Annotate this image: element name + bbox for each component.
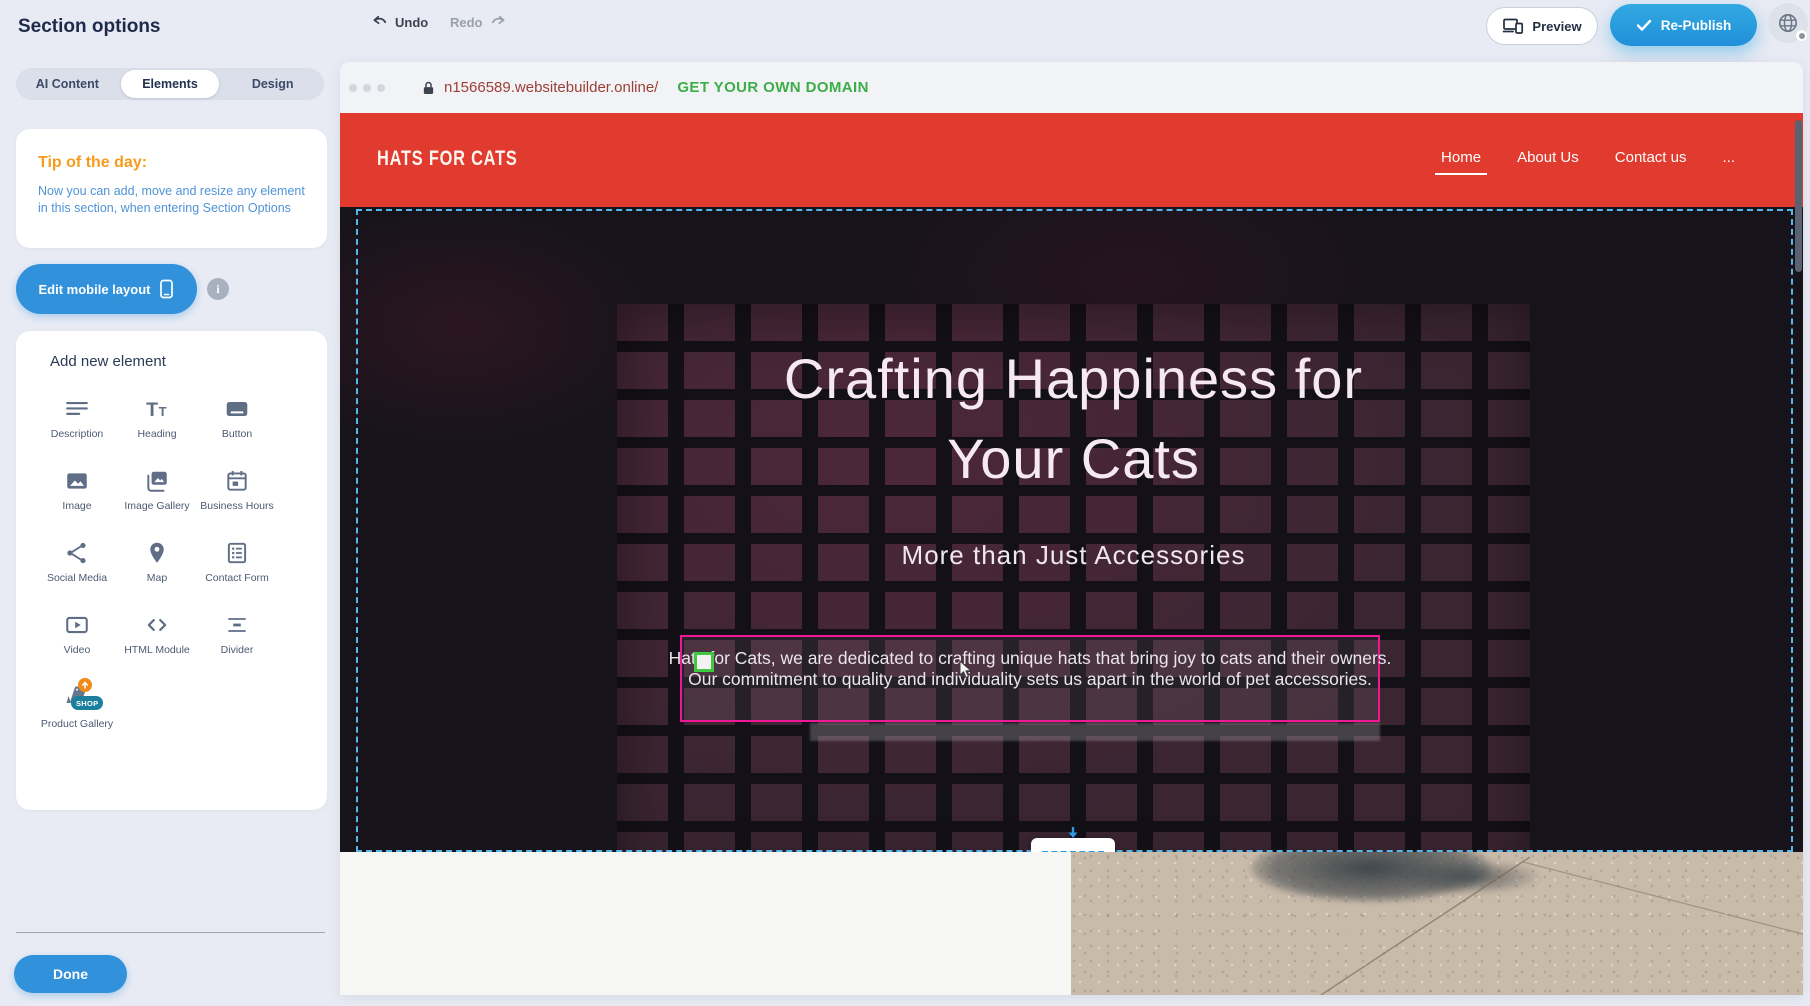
element-drag-handle[interactable]	[694, 652, 714, 672]
hero-section[interactable]: Crafting Happiness for Your Cats More th…	[340, 207, 1803, 852]
preview-button[interactable]: Preview	[1486, 7, 1598, 45]
drag-ghost-bar	[810, 723, 1380, 741]
nav-more[interactable]: ...	[1722, 149, 1735, 166]
add-new-element-card: Add new element Description TT Heading B…	[16, 331, 327, 810]
info-icon[interactable]: i	[207, 278, 229, 300]
globe-status-dot	[1796, 30, 1807, 41]
contact-form-icon	[224, 540, 250, 566]
shop-badge: SHOP	[71, 696, 103, 710]
undo-icon	[371, 14, 388, 30]
upgrade-arrow-badge	[78, 678, 92, 692]
tab-elements[interactable]: Elements	[121, 70, 220, 98]
element-divider[interactable]: Divider	[197, 612, 277, 657]
element-contact-form[interactable]: Contact Form	[197, 540, 277, 585]
globe-icon	[1777, 12, 1799, 34]
element-image-gallery[interactable]: Image Gallery	[117, 468, 197, 513]
element-html-module[interactable]: HTML Module	[117, 612, 197, 657]
tab-design[interactable]: Design	[223, 70, 322, 98]
site-url[interactable]: n1566589.websitebuilder.online/	[444, 79, 658, 96]
element-image[interactable]: Image	[37, 468, 117, 513]
page-title: Section options	[18, 16, 161, 38]
element-product-gallery[interactable]: SHOP Product Gallery	[37, 684, 117, 731]
tab-ai-content[interactable]: AI Content	[18, 70, 117, 98]
redo-button[interactable]: Redo	[450, 14, 507, 30]
site-preview-window: n1566589.websitebuilder.online/ GET YOUR…	[340, 62, 1803, 995]
floor-image[interactable]	[1071, 852, 1803, 995]
hero-heading[interactable]: Crafting Happiness for Your Cats	[617, 339, 1530, 499]
nav-home[interactable]: Home	[1441, 149, 1481, 166]
hero-subheading[interactable]: More than Just Accessories	[617, 540, 1530, 571]
tip-body: Now you can add, move and resize any ele…	[38, 183, 306, 217]
description-icon	[64, 396, 90, 422]
floor-tile-seams	[1071, 852, 1803, 995]
language-globe-button[interactable]	[1768, 3, 1808, 43]
undo-button[interactable]: Undo	[371, 14, 428, 30]
business-hours-icon	[224, 468, 250, 494]
map-icon	[144, 540, 170, 566]
element-business-hours[interactable]: Business Hours	[197, 468, 277, 513]
heading-icon: TT	[144, 396, 170, 422]
lock-icon	[422, 80, 435, 96]
svg-text:T: T	[146, 399, 158, 421]
window-dots	[349, 84, 385, 92]
panel-tabs: AI Content Elements Design	[16, 68, 324, 100]
html-module-icon	[144, 612, 170, 638]
check-icon	[1636, 19, 1652, 32]
app-window: Section options AI Content Elements Desi…	[0, 0, 1810, 1006]
social-media-icon	[64, 540, 90, 566]
tip-of-the-day-card: Tip of the day: Now you can add, move an…	[16, 129, 327, 248]
site-logo[interactable]: HATS FOR CATS	[377, 147, 518, 171]
devices-icon	[1502, 17, 1524, 35]
element-video[interactable]: Video	[37, 612, 117, 657]
nav-contact-us[interactable]: Contact us	[1615, 149, 1687, 166]
nav-about-us[interactable]: About Us	[1517, 149, 1579, 166]
video-icon	[64, 612, 90, 638]
image-icon	[64, 468, 90, 494]
browser-chrome: n1566589.websitebuilder.online/ GET YOUR…	[340, 62, 1803, 113]
product-gallery-icon: SHOP	[62, 684, 92, 712]
divider-icon	[224, 612, 250, 638]
phone-icon	[159, 279, 174, 299]
site-nav: Home About Us Contact us ...	[1441, 149, 1735, 166]
button-icon	[224, 396, 250, 422]
element-social-media[interactable]: Social Media	[37, 540, 117, 585]
get-your-own-domain-link[interactable]: GET YOUR OWN DOMAIN	[677, 79, 869, 96]
element-description[interactable]: Description	[37, 396, 117, 441]
selected-text-element[interactable]: Hats for Cats, we are dedicated to craft…	[680, 635, 1380, 722]
site-header[interactable]: HATS FOR CATS Home About Us Contact us .…	[340, 113, 1803, 207]
republish-button[interactable]: Re-Publish	[1610, 4, 1757, 46]
tip-title: Tip of the day:	[38, 154, 305, 172]
element-grid: Description TT Heading Button Image Imag…	[37, 396, 327, 731]
url-bar[interactable]: n1566589.websitebuilder.online/ GET YOUR…	[422, 79, 869, 96]
done-button[interactable]: Done	[14, 955, 127, 993]
element-heading[interactable]: TT Heading	[117, 396, 197, 441]
panel-divider	[16, 932, 325, 933]
next-section[interactable]	[340, 852, 1803, 995]
preview-scrollbar[interactable]	[1795, 120, 1802, 272]
image-gallery-icon	[144, 468, 170, 494]
redo-icon	[490, 14, 507, 30]
edit-mobile-layout-label: Edit mobile layout	[39, 282, 151, 297]
element-button[interactable]: Button	[197, 396, 277, 441]
element-map[interactable]: Map	[117, 540, 197, 585]
svg-text:T: T	[159, 404, 167, 419]
edit-mobile-layout-button[interactable]: Edit mobile layout	[16, 264, 197, 314]
arrow-down-icon	[1065, 827, 1081, 839]
add-new-element-title: Add new element	[50, 353, 327, 370]
